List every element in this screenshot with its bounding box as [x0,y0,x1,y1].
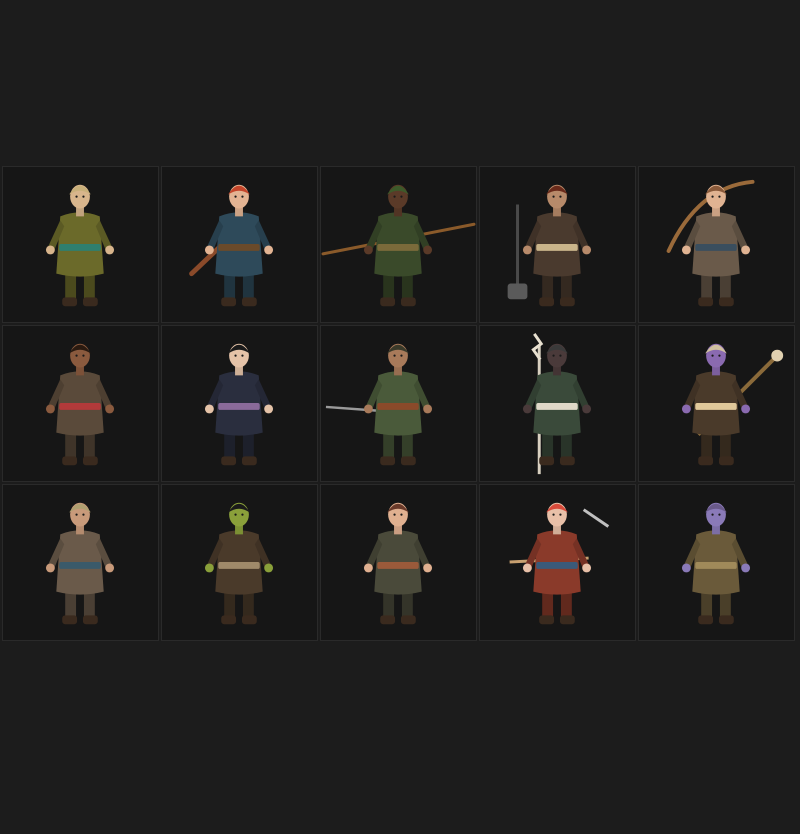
miniature-figure [666,179,755,307]
miniature-figure [204,343,274,466]
miniature-figure [45,343,115,466]
miniature-figure [321,184,476,307]
miniature-tile-masked-scout[interactable] [2,484,159,641]
miniature-figure [189,184,274,307]
miniature-tile-green-orc[interactable] [161,484,318,641]
miniature-figure [681,343,784,466]
gallery-page [0,0,800,834]
miniature-tile-half-orc-warhammer[interactable] [479,166,636,323]
miniature-figure [45,184,115,307]
miniature-figure [509,502,610,625]
miniature-tile-purple-tiefling[interactable] [638,325,795,482]
miniature-tile-staff-mage[interactable] [479,325,636,482]
miniature-tile-noble-vest[interactable] [161,325,318,482]
miniature-tile-monk[interactable] [2,166,159,323]
miniature-figure [522,333,592,475]
miniature-tile-hooded-archer[interactable] [320,166,477,323]
miniature-tile-purple-goblin[interactable] [638,484,795,641]
miniature-grid [2,166,798,643]
miniature-tile-crouching-rogue[interactable] [320,325,477,482]
miniature-tile-dual-blade-fighter[interactable] [479,484,636,641]
miniature-figure [363,502,433,625]
miniature-figure [204,502,274,625]
miniature-tile-robed-monk[interactable] [2,325,159,482]
miniature-tile-red-haired-elf[interactable] [161,166,318,323]
miniature-figure [45,502,115,625]
miniature-tile-bow-ranger[interactable] [638,166,795,323]
miniature-figure [507,184,592,307]
miniature-tile-cloaked-wanderer[interactable] [320,484,477,641]
miniature-figure [325,343,433,466]
miniature-figure [681,502,751,625]
